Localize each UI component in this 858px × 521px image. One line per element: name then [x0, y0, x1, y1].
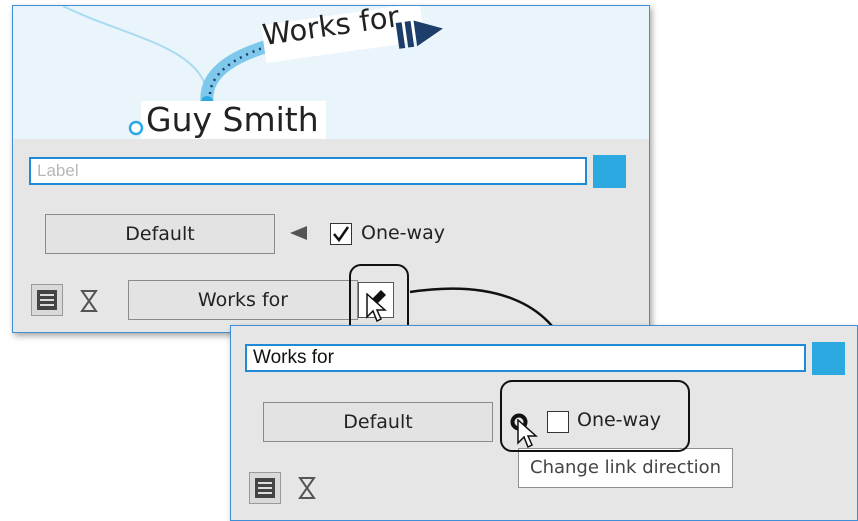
- node-bullet-icon: [128, 120, 144, 136]
- list-icon: [37, 290, 57, 310]
- checkmark-icon: [333, 226, 350, 243]
- change-direction-tooltip: Change link direction: [518, 448, 734, 488]
- map-canvas: Works for Guy Smith: [13, 6, 649, 139]
- link-style-button[interactable]: Default: [45, 214, 275, 254]
- one-way-label: One-way: [361, 222, 445, 244]
- direction-arrow-left-icon[interactable]: [290, 225, 308, 241]
- link-label-input[interactable]: [29, 157, 587, 185]
- list-view-button[interactable]: [249, 472, 281, 504]
- link-style-button[interactable]: Default: [263, 402, 493, 442]
- branch-line: [62, 6, 209, 97]
- link-line: [200, 39, 275, 108]
- list-view-button[interactable]: [31, 284, 63, 316]
- node-label[interactable]: Guy Smith: [146, 100, 319, 139]
- link-color-swatch[interactable]: [593, 155, 626, 188]
- list-icon: [255, 478, 275, 498]
- hourglass-icon[interactable]: [80, 289, 98, 313]
- link-color-swatch[interactable]: [812, 342, 845, 375]
- one-way-checkbox[interactable]: [330, 223, 352, 245]
- hourglass-icon[interactable]: [298, 476, 316, 500]
- link-label-input[interactable]: [245, 344, 806, 372]
- direction-toggle-callout: [500, 380, 690, 452]
- mouse-cursor-icon: [366, 293, 387, 323]
- link-name-button[interactable]: Works for: [128, 280, 358, 320]
